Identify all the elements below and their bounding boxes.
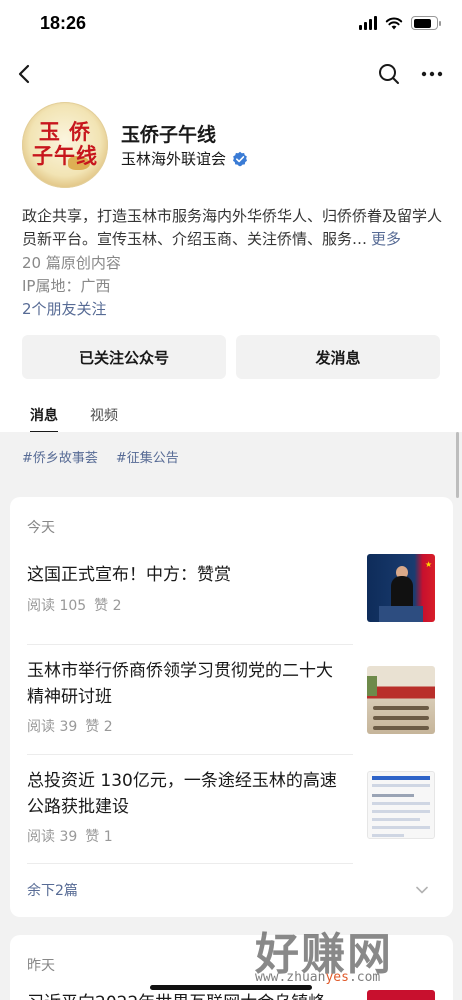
scrollbar[interactable] [456, 432, 459, 498]
article-stats: 阅读 39 赞 1 [27, 826, 113, 846]
account-owner: 玉林海外联谊会 [121, 150, 227, 168]
more-icon[interactable] [418, 60, 446, 88]
article-likes: 赞 1 [85, 829, 113, 845]
tab-messages[interactable]: 消息 [30, 405, 58, 433]
ip-location: IP属地：广西 [22, 277, 111, 295]
search-icon[interactable] [376, 60, 402, 88]
back-icon[interactable] [14, 60, 38, 88]
article-reads: 阅读 105 [27, 598, 87, 614]
avatar[interactable]: 玉 侨 子午线 [22, 102, 108, 188]
hashtag-item[interactable]: #征集公告 [116, 447, 179, 466]
hashtag-list: #侨乡故事荟 #征集公告 [22, 447, 179, 466]
followed-button[interactable]: 已关注公众号 [22, 335, 226, 379]
article-stats: 阅读 39 赞 2 [27, 716, 113, 736]
nav-bar [0, 56, 462, 92]
article-likes: 赞 2 [85, 719, 113, 735]
article-likes: 赞 2 [94, 598, 122, 614]
article-reads: 阅读 39 [27, 829, 78, 845]
battery-icon [411, 16, 441, 30]
watermark: 好赚网 www.zhuanyes.com [255, 918, 445, 988]
account-bio: 政企共享，打造玉林市服务海内外华侨华人、归侨侨眷及留学人员新平台。宣传玉林、介绍… [22, 205, 442, 251]
bio-more-link[interactable]: 更多 [371, 230, 401, 248]
avatar-text-line2: 子午线 [32, 143, 98, 168]
content-tabs: 消息 视频 [0, 401, 462, 433]
original-count: 20 篇原创内容 [22, 254, 121, 272]
status-bar: 18:26 [0, 0, 462, 52]
article-thumbnail: ★ [367, 554, 435, 622]
account-name: 玉侨子午线 [121, 124, 217, 146]
article-reads: 阅读 39 [27, 719, 78, 735]
article-item[interactable]: 玉林市举行侨商侨领学习贯彻党的二十大精神研讨班 阅读 39 赞 2 [10, 645, 453, 753]
tab-videos[interactable]: 视频 [90, 405, 118, 425]
home-indicator[interactable] [150, 985, 312, 990]
article-thumbnail [367, 990, 435, 1000]
show-remaining-link[interactable]: 余下2篇 [27, 880, 78, 900]
divider [27, 863, 353, 864]
article-thumbnail [367, 771, 435, 839]
avatar-text-line1: 玉 侨 [38, 119, 92, 144]
status-icons [359, 16, 441, 30]
account-owner-row[interactable]: 玉林海外联谊会 [121, 148, 248, 169]
day-label-yesterday: 昨天 [27, 958, 55, 974]
wifi-icon [385, 17, 403, 30]
article-item[interactable]: 总投资近 130亿元，一条途经玉林的高速公路获批建设 阅读 39 赞 1 [10, 755, 453, 863]
chevron-down-icon[interactable] [414, 882, 430, 898]
signal-icon [359, 16, 377, 30]
hashtag-item[interactable]: #侨乡故事荟 [22, 447, 98, 466]
article-title: 总投资近 130亿元，一条途经玉林的高速公路获批建设 [27, 771, 337, 817]
friends-follow-link[interactable]: 2个朋友关注 [22, 298, 107, 319]
article-thumbnail [367, 666, 435, 734]
article-stats: 阅读 105 赞 2 [27, 595, 122, 615]
article-title: 玉林市举行侨商侨领学习贯彻党的二十大精神研讨班 [27, 661, 333, 707]
day-label-today: 今天 [27, 520, 55, 536]
article-item[interactable]: 这国正式宣布！中方：赞赏 阅读 105 赞 2 ★ [10, 549, 453, 657]
watermark-url: www.zhuanyes.com [255, 970, 381, 985]
send-message-button[interactable]: 发消息 [236, 335, 440, 379]
verified-icon [233, 151, 248, 166]
today-card: 今天 这国正式宣布！中方：赞赏 阅读 105 赞 2 ★ 玉林市举行侨商侨领学习… [10, 497, 453, 917]
article-title: 这国正式宣布！中方：赞赏 [27, 565, 231, 585]
status-time: 18:26 [40, 13, 87, 33]
